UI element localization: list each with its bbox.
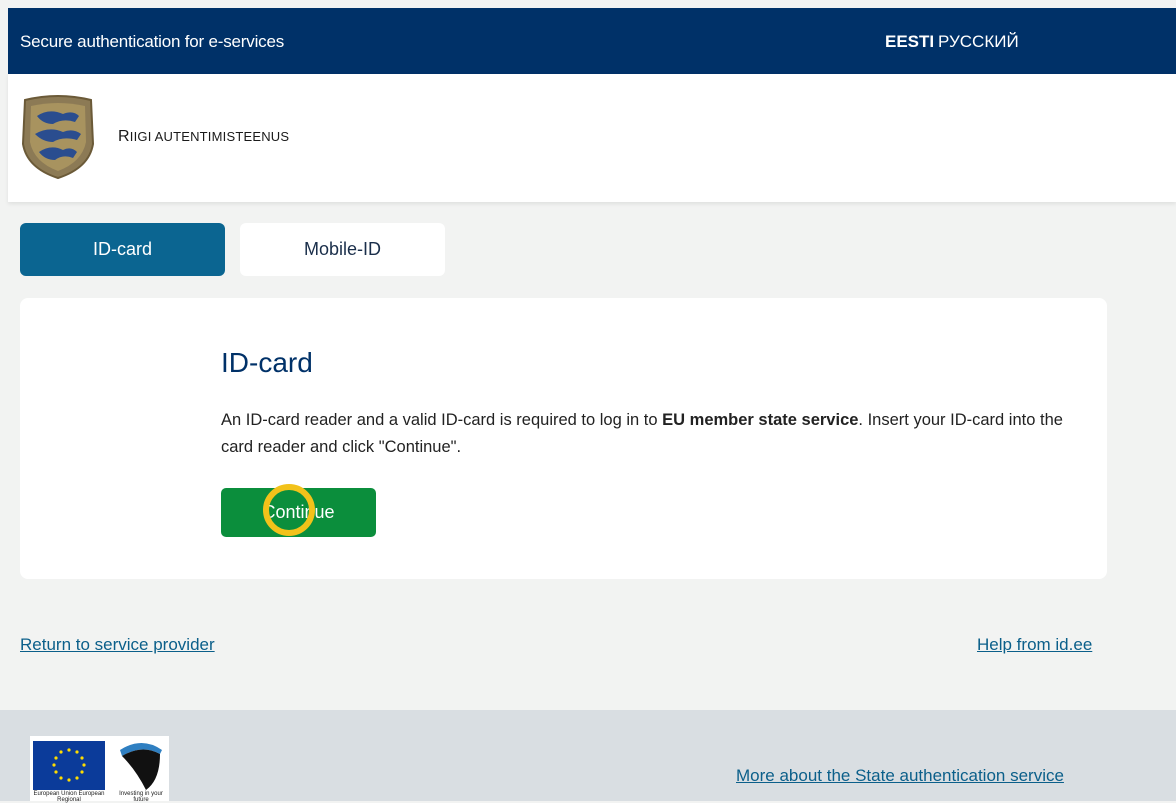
eu-flag-icon xyxy=(33,741,105,790)
help-link[interactable]: Help from id.ee xyxy=(977,635,1092,655)
more-about-service-link[interactable]: More about the State authentication serv… xyxy=(736,766,1064,786)
service-name-bold: EU member state service xyxy=(662,411,859,429)
eu-caption: European Union European Regional xyxy=(33,791,105,803)
brand-header: RIIGI AUTENTIMISTEENUS xyxy=(8,74,1176,202)
ee-caption: Investing in your future xyxy=(119,791,163,803)
funding-logos: European Union European Regional Investi… xyxy=(30,736,169,803)
id-card-panel: ID-card An ID-card reader and a valid ID… xyxy=(20,298,1107,579)
service-name: RIIGI AUTENTIMISTEENUS xyxy=(118,128,290,145)
coat-of-arms-icon xyxy=(21,95,95,180)
panel-heading: ID-card xyxy=(221,347,313,378)
top-bar: Secure authentication for e-services EES… xyxy=(8,8,1176,74)
panel-description: An ID-card reader and a valid ID-card is… xyxy=(221,411,1063,456)
tab-mobile-id[interactable]: Mobile-ID xyxy=(240,223,445,276)
tab-id-card[interactable]: ID-card xyxy=(20,223,225,276)
site-title: Secure authentication for e-services xyxy=(20,32,284,51)
continue-button[interactable]: Continue xyxy=(221,488,376,537)
footer: European Union European Regional Investi… xyxy=(0,710,1176,803)
lang-estonian-link[interactable]: EESTI xyxy=(885,32,934,52)
return-to-provider-link[interactable]: Return to service provider xyxy=(20,635,215,655)
estonia-flag-logo-icon xyxy=(120,743,162,790)
lang-russian-link[interactable]: РУССКИЙ xyxy=(938,32,1019,52)
